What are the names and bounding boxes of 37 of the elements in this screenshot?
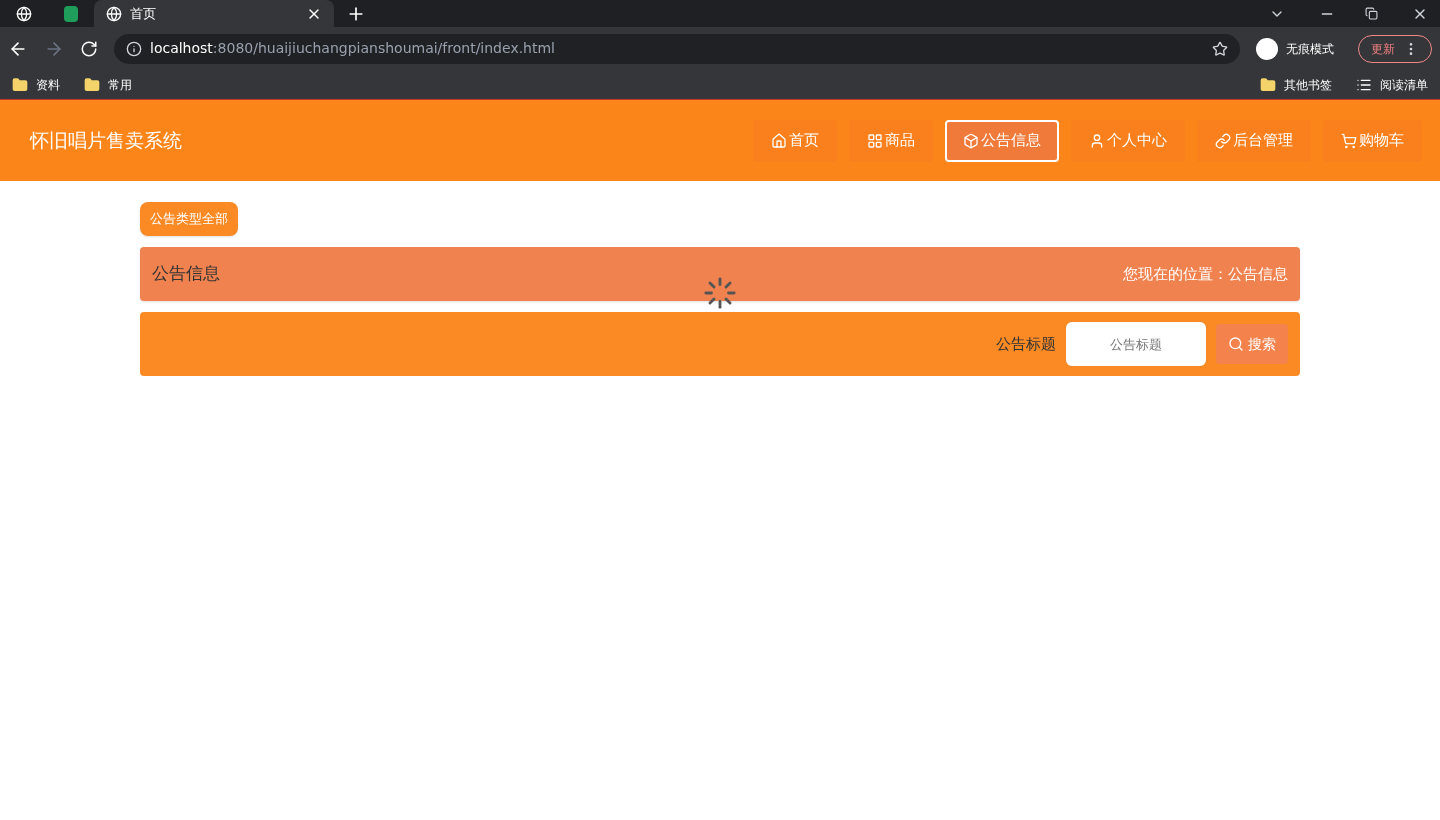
search-field[interactable]: 公告标题: [1066, 322, 1206, 366]
nav-link[interactable]: 首页: [753, 119, 837, 162]
nav-link[interactable]: 后台管理: [1197, 119, 1311, 162]
globe-icon[interactable]: [16, 5, 32, 22]
folder-icon: [1260, 76, 1276, 93]
nav-link[interactable]: 个人中心: [1071, 119, 1185, 162]
site-title: 怀旧唱片售卖系统: [30, 128, 182, 154]
reload-icon[interactable]: [80, 39, 98, 58]
user-icon: [1089, 132, 1105, 149]
browser-tab[interactable]: 首页: [94, 0, 334, 27]
info-icon: [126, 40, 142, 57]
reading-list[interactable]: 阅读清单: [1356, 75, 1428, 94]
cube-icon: [963, 132, 979, 149]
house-icon: [771, 132, 787, 149]
bookmark-folder[interactable]: 资料: [12, 75, 60, 94]
grid-icon: [867, 132, 883, 149]
tab-title: 首页: [130, 4, 157, 23]
nav-link[interactable]: 商品: [849, 119, 933, 162]
page-heading: 公告信息: [152, 262, 220, 286]
search-label: 公告标题: [996, 333, 1056, 355]
nav-link[interactable]: 公告信息: [945, 119, 1059, 162]
globe-icon: [106, 5, 122, 22]
profile-chip[interactable]: 无痕模式: [1256, 34, 1342, 63]
restore-icon[interactable]: [1365, 7, 1378, 20]
breadcrumb-text: 您现在的位置：公告信息: [1123, 263, 1288, 285]
folder-icon: [12, 76, 28, 93]
bookmark-folder[interactable]: 其他书签: [1260, 75, 1332, 94]
bookmark-folder[interactable]: 常用: [84, 75, 132, 94]
search-button[interactable]: 搜索: [1216, 324, 1288, 364]
url-text: localhost:8080/huaijiuchangpianshoumai/front/index.html: [150, 39, 555, 58]
folder-icon: [84, 76, 100, 93]
address-bar[interactable]: localhost:8080/huaijiuchangpianshoumai/front/index.html: [114, 33, 1240, 64]
link-icon: [1215, 132, 1231, 149]
cart-icon: [1341, 132, 1357, 149]
search-icon: [1228, 336, 1244, 352]
nav-link[interactable]: 购物车: [1323, 119, 1422, 162]
star-icon[interactable]: [1212, 40, 1228, 57]
